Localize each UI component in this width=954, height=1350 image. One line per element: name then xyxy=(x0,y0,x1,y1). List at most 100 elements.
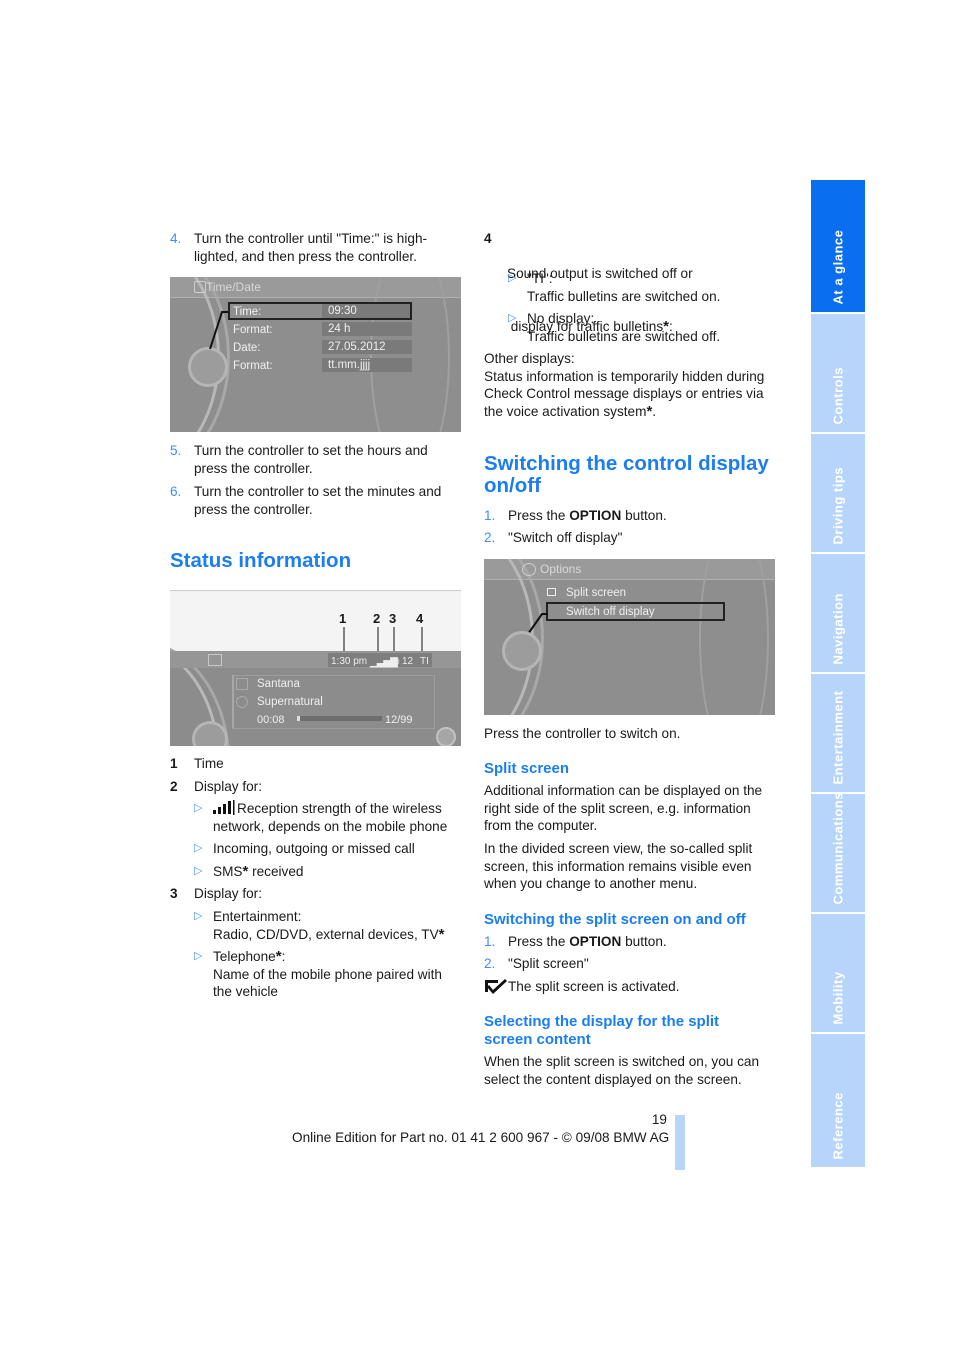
status-ti: TI xyxy=(420,656,429,667)
album-name: Supernatural xyxy=(257,696,323,708)
heading-line: screen content xyxy=(484,1031,591,1048)
sidebar-tab-driving-tips[interactable]: Driving tips xyxy=(811,434,865,552)
split-step-1: 1. Press the OPTION button. xyxy=(484,933,667,951)
tab-label: Driving tips xyxy=(830,466,846,544)
controller-knob-icon xyxy=(502,631,542,671)
step-number: 4. xyxy=(170,231,182,246)
page-marker-bar xyxy=(675,1115,685,1170)
bullet-text: Entertainment: xyxy=(213,909,302,924)
heading-line: Switching the control display xyxy=(484,452,769,475)
step-text: Turn the controller to set the hours and xyxy=(194,443,428,458)
legend-text: Time xyxy=(194,756,224,771)
tab-label: Entertainment xyxy=(830,690,846,784)
step-text: button. xyxy=(621,934,667,949)
step-4: 4. Turn the controller until "Time:" is … xyxy=(170,230,427,265)
triangle-bullet-icon: ▷ xyxy=(194,842,203,854)
step-text: "Switch off display" xyxy=(508,530,623,545)
tab-label: Navigation xyxy=(830,592,846,664)
step-text: button. xyxy=(621,508,667,523)
bullet-ti: ▷ "TI": Traffic bulletins are switched o… xyxy=(508,270,720,305)
section-heading-status-information: Status information xyxy=(170,549,352,572)
bullet-no-display: ▷ No display: Traffic bulletins are swit… xyxy=(508,310,720,345)
row-value: 09:30 xyxy=(322,304,410,318)
step-number: 2. xyxy=(484,956,496,971)
track-number: 12/99 xyxy=(385,714,413,726)
sidebar-tab-controls[interactable]: Controls xyxy=(811,314,865,432)
sidebar-tab-communications[interactable]: Communications xyxy=(811,791,865,912)
paragraph-line: Other displays: xyxy=(484,351,575,366)
status-disc-number: 12 xyxy=(402,656,414,667)
legend-number: 3 xyxy=(170,886,178,901)
paragraph-line: In the divided screen view, the so-calle… xyxy=(484,841,753,856)
bullet-calls: ▷ Incoming, outgoing or missed call xyxy=(194,840,415,858)
paragraph-line: right side of the split screen, e.g. inf… xyxy=(484,800,751,816)
bullet-text: Telephone*: xyxy=(213,948,286,965)
tab-label: Mobility xyxy=(830,970,846,1024)
row-label: Format: xyxy=(233,324,273,336)
playback-progress-bar xyxy=(297,716,382,721)
section-heading-switching-control-display: Switching the control display on/off xyxy=(484,453,769,497)
step-text: lighted, and then press the controller. xyxy=(194,248,417,264)
step-number: 1. xyxy=(484,508,496,523)
paragraph-line: When the split screen is switched on, yo… xyxy=(484,1054,760,1069)
sidebar-tab-mobility[interactable]: Mobility xyxy=(811,914,865,1032)
paragraph-line: select the content displayed on the scre… xyxy=(484,1071,742,1087)
sidebar-tab-navigation[interactable]: Navigation xyxy=(811,554,865,672)
heading-line: Selecting the display for the split xyxy=(484,1013,720,1030)
subheading-selecting-display: Selecting the display for the split scre… xyxy=(484,1013,719,1049)
sidebar-tab-reference[interactable]: Reference xyxy=(811,1034,865,1167)
tab-label: Controls xyxy=(830,366,846,424)
plus-icon xyxy=(436,727,456,746)
option-button-label: OPTION xyxy=(569,934,622,949)
tab-label: Communications xyxy=(830,791,846,904)
selection-pointer-line xyxy=(209,311,230,350)
step-number: 6. xyxy=(170,484,182,499)
row-value: 27.05.2012 xyxy=(322,340,412,354)
bullet-text: Name of the mobile phone paired with xyxy=(213,966,442,982)
switching-step-1: 1. Press the OPTION button. xyxy=(484,507,667,525)
triangle-bullet-icon: ▷ xyxy=(194,910,203,922)
page-number: 19 xyxy=(651,1112,667,1127)
row-value: tt.mm.jjjj xyxy=(322,358,412,372)
checkmark-result-icon xyxy=(485,979,507,994)
split-step-2: 2. "Split screen" xyxy=(484,955,589,973)
triangle-bullet-icon: ▷ xyxy=(508,312,517,324)
triangle-bullet-icon: ▷ xyxy=(508,272,517,284)
bullet-text: No display: xyxy=(527,311,595,326)
legend-number: 1 xyxy=(170,756,178,771)
step-text: press the controller. xyxy=(194,501,313,517)
step-text: Press the xyxy=(508,508,570,523)
legend-text: Display for: xyxy=(194,779,262,794)
result-text: The split screen is activated. xyxy=(508,979,680,994)
status-screen-image: 1 2 3 4 1:30 pm ▁▃▅▇ ◎ 12 TI Santana Sup… xyxy=(170,590,461,746)
bullet-text: SMS* received xyxy=(213,863,304,880)
paragraph-line: Status information is temporarily hidden… xyxy=(484,368,765,384)
other-displays-paragraph: Other displays: Status information is te… xyxy=(484,350,764,420)
subheading-split-screen: Split screen xyxy=(484,760,570,777)
press-to-switch-on-text: Press the controller to switch on. xyxy=(484,726,681,741)
sidebar-tab-at-a-glance[interactable]: At a glance xyxy=(811,180,865,312)
artist-name: Santana xyxy=(257,678,300,690)
step-text: Turn the controller to set the minutes a… xyxy=(194,484,442,499)
paragraph-line: when you change to another menu. xyxy=(484,876,698,891)
bullet-text: the vehicle xyxy=(213,984,278,999)
split-paragraph-1: Additional information can be displayed … xyxy=(484,782,762,835)
bullet-text: Traffic bulletins are switched off. xyxy=(527,328,721,344)
step-number: 1. xyxy=(484,934,496,949)
sidebar-tab-entertainment[interactable]: Entertainment xyxy=(811,674,865,792)
bullet-text: Reception strength of the wireless xyxy=(237,801,442,816)
paragraph-line: Check Control message displays or entrie… xyxy=(484,386,764,401)
triangle-bullet-icon: ▷ xyxy=(194,950,203,962)
bullet-telephone: ▷ Telephone*: Name of the mobile phone p… xyxy=(194,948,442,1001)
album-icon xyxy=(236,696,248,708)
step-number: 5. xyxy=(170,443,182,458)
row-label: Format: xyxy=(233,360,273,372)
tab-label: At a glance xyxy=(830,229,846,304)
triangle-bullet-icon: ▷ xyxy=(194,802,203,814)
bullet-sms: ▷ SMS* received xyxy=(194,863,303,881)
legend-text: Display for: xyxy=(194,886,262,901)
bullet-text: network, depends on the mobile phone xyxy=(213,818,448,834)
step-text: Press the xyxy=(508,934,570,949)
subheading-split-on-off: Switching the split screen on and off xyxy=(484,911,746,928)
paragraph-line: from the computer. xyxy=(484,818,598,833)
